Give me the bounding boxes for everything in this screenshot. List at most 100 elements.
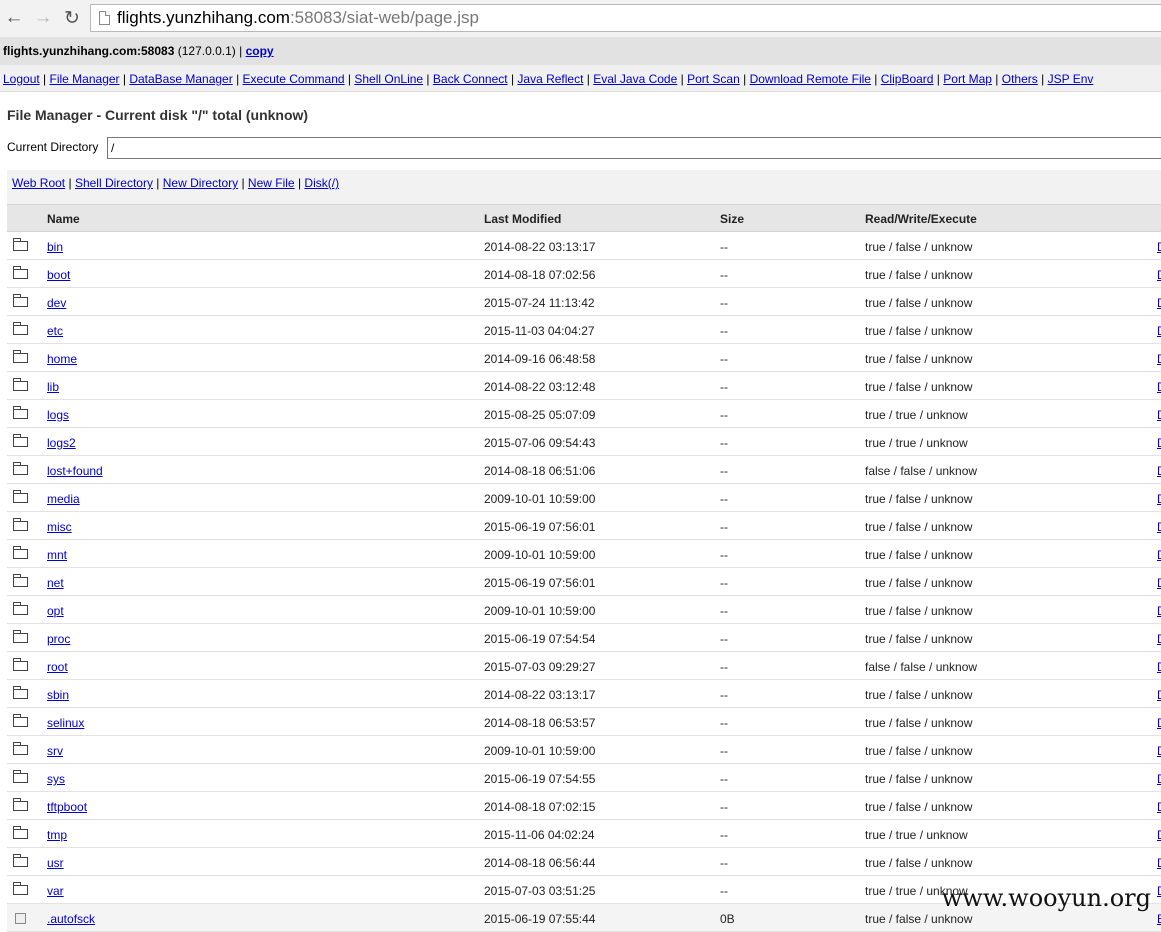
menu-link-clipboard[interactable]: ClipBoard xyxy=(881,72,934,86)
folder-icon xyxy=(13,434,28,450)
current-directory-input[interactable] xyxy=(107,137,1161,159)
row-action-link[interactable]: D xyxy=(1157,464,1161,478)
menu-link-database-manager[interactable]: DataBase Manager xyxy=(129,72,232,86)
size-cell: -- xyxy=(720,800,728,814)
copy-link[interactable]: copy xyxy=(246,44,274,58)
menu-link-eval-java-code[interactable]: Eval Java Code xyxy=(593,72,677,86)
forward-arrow-icon[interactable]: → xyxy=(32,6,54,30)
menu-link-java-reflect[interactable]: Java Reflect xyxy=(517,72,583,86)
menu-link-back-connect[interactable]: Back Connect xyxy=(433,72,508,86)
row-action-link[interactable]: D xyxy=(1157,324,1161,338)
row-action-link[interactable]: D xyxy=(1157,492,1161,506)
menu-link-execute-command[interactable]: Execute Command xyxy=(243,72,345,86)
last-modified-cell: 2015-07-03 09:29:27 xyxy=(484,660,596,674)
directory-name-link[interactable]: lib xyxy=(47,380,59,394)
last-modified-cell: 2015-11-06 04:02:24 xyxy=(484,828,595,842)
directory-name-link[interactable]: srv xyxy=(47,744,63,758)
directory-name-link[interactable]: logs xyxy=(47,408,69,422)
address-url[interactable]: flights.yunzhihang.com:58083/siat-web/pa… xyxy=(117,9,479,27)
menu-link-jsp-env[interactable]: JSP Env xyxy=(1048,72,1094,86)
action-link-shell-directory[interactable]: Shell Directory xyxy=(75,176,153,190)
folder-icon-shape xyxy=(13,770,28,783)
last-modified-cell: 2014-08-18 06:51:06 xyxy=(484,464,596,478)
row-action-link[interactable]: D xyxy=(1157,660,1161,674)
row-action-link[interactable]: D xyxy=(1157,744,1161,758)
directory-name-link[interactable]: root xyxy=(47,660,68,674)
row-action-link[interactable]: D xyxy=(1157,576,1161,590)
folder-icon-shape xyxy=(13,406,28,419)
row-action-link[interactable]: D xyxy=(1157,828,1161,842)
table-row: media 2009-10-01 10:59:00 -- true / false /… xyxy=(7,484,1161,512)
row-action-link[interactable]: D xyxy=(1157,436,1161,450)
table-row: tftpboot 2014-08-18 07:02:15 -- true / fals… xyxy=(7,792,1161,820)
file-select-checkbox[interactable] xyxy=(13,911,26,927)
row-action-link[interactable]: D xyxy=(1157,296,1161,310)
menu-link-file-manager[interactable]: File Manager xyxy=(50,72,120,86)
menu-link-shell-online[interactable]: Shell OnLine xyxy=(354,72,423,86)
directory-name-link[interactable]: usr xyxy=(47,856,64,870)
directory-name-link[interactable]: opt xyxy=(47,604,64,618)
table-row: bin 2014-08-22 03:13:17 -- true / false / u… xyxy=(7,232,1161,260)
directory-name-link[interactable]: selinux xyxy=(47,716,84,730)
address-bar[interactable]: flights.yunzhihang.com:58083/siat-web/pa… xyxy=(90,4,1161,32)
folder-icon xyxy=(13,714,28,730)
directory-name-link[interactable]: home xyxy=(47,352,77,366)
checkbox-icon[interactable] xyxy=(15,913,26,924)
file-table-body: bin 2014-08-22 03:13:17 -- true / false / u… xyxy=(7,232,1161,932)
directory-name-link[interactable]: tmp xyxy=(47,828,67,842)
menu-separator: | xyxy=(507,72,518,86)
menu-link-port-map[interactable]: Port Map xyxy=(943,72,992,86)
menu-link-others[interactable]: Others xyxy=(1002,72,1038,86)
menu-link-logout[interactable]: Logout xyxy=(3,72,40,86)
action-link-disk-[interactable]: Disk(/) xyxy=(304,176,339,190)
col-rwx-header: Read/Write/Execute xyxy=(865,212,977,226)
action-link-new-file[interactable]: New File xyxy=(248,176,295,190)
row-action-link[interactable]: D xyxy=(1157,380,1161,394)
directory-name-link[interactable]: misc xyxy=(47,520,72,534)
row-action-link[interactable]: D xyxy=(1157,856,1161,870)
row-action-link[interactable]: D xyxy=(1157,240,1161,254)
row-action-link[interactable]: D xyxy=(1157,520,1161,534)
row-action-link[interactable]: D xyxy=(1157,688,1161,702)
directory-name-link[interactable]: tftpboot xyxy=(47,800,87,814)
directory-name-link[interactable]: sbin xyxy=(47,688,69,702)
menu-link-download-remote-file[interactable]: Download Remote File xyxy=(750,72,871,86)
directory-name-link[interactable]: dev xyxy=(47,296,66,310)
row-action-link[interactable]: D xyxy=(1157,408,1161,422)
row-action-link[interactable]: D xyxy=(1157,800,1161,814)
directory-name-link[interactable]: logs2 xyxy=(47,436,76,450)
menu-link-port-scan[interactable]: Port Scan xyxy=(687,72,740,86)
directory-name-link[interactable]: sys xyxy=(47,772,65,786)
directory-name-link[interactable]: bin xyxy=(47,240,63,254)
directory-name-link[interactable]: net xyxy=(47,576,64,590)
page-icon xyxy=(99,11,110,25)
last-modified-cell: 2015-06-19 07:56:01 xyxy=(484,520,596,534)
reload-icon[interactable]: ↻ xyxy=(61,6,83,30)
back-arrow-icon[interactable]: ← xyxy=(3,6,25,30)
current-directory-label: Current Directory xyxy=(7,140,99,154)
table-row: proc 2015-06-19 07:54:54 -- true / false / … xyxy=(7,624,1161,652)
row-action-link[interactable]: D xyxy=(1157,884,1161,898)
row-action-link[interactable]: D xyxy=(1157,716,1161,730)
directory-name-link[interactable]: proc xyxy=(47,632,70,646)
row-action-link[interactable]: D xyxy=(1157,268,1161,282)
row-action-link[interactable]: D xyxy=(1157,772,1161,786)
directory-name-link[interactable]: mnt xyxy=(47,548,67,562)
row-action-link[interactable]: D xyxy=(1157,352,1161,366)
folder-icon-shape xyxy=(13,602,28,615)
directory-name-link[interactable]: var xyxy=(47,884,64,898)
directory-name-link[interactable]: media xyxy=(47,492,80,506)
file-name-link[interactable]: .autofsck xyxy=(47,912,95,926)
row-action-link[interactable]: D xyxy=(1157,632,1161,646)
directory-name-link[interactable]: boot xyxy=(47,268,70,282)
directory-name-link[interactable]: etc xyxy=(47,324,63,338)
row-action-link[interactable]: D xyxy=(1157,604,1161,618)
directory-name-link[interactable]: lost+found xyxy=(47,464,103,478)
folder-icon-shape xyxy=(13,238,28,251)
folder-icon xyxy=(13,798,28,814)
action-link-new-directory[interactable]: New Directory xyxy=(163,176,238,190)
row-action-link[interactable]: E xyxy=(1157,912,1161,926)
permissions-cell: false / false / unknow xyxy=(865,464,978,478)
action-link-web-root[interactable]: Web Root xyxy=(12,176,65,190)
row-action-link[interactable]: D xyxy=(1157,548,1161,562)
